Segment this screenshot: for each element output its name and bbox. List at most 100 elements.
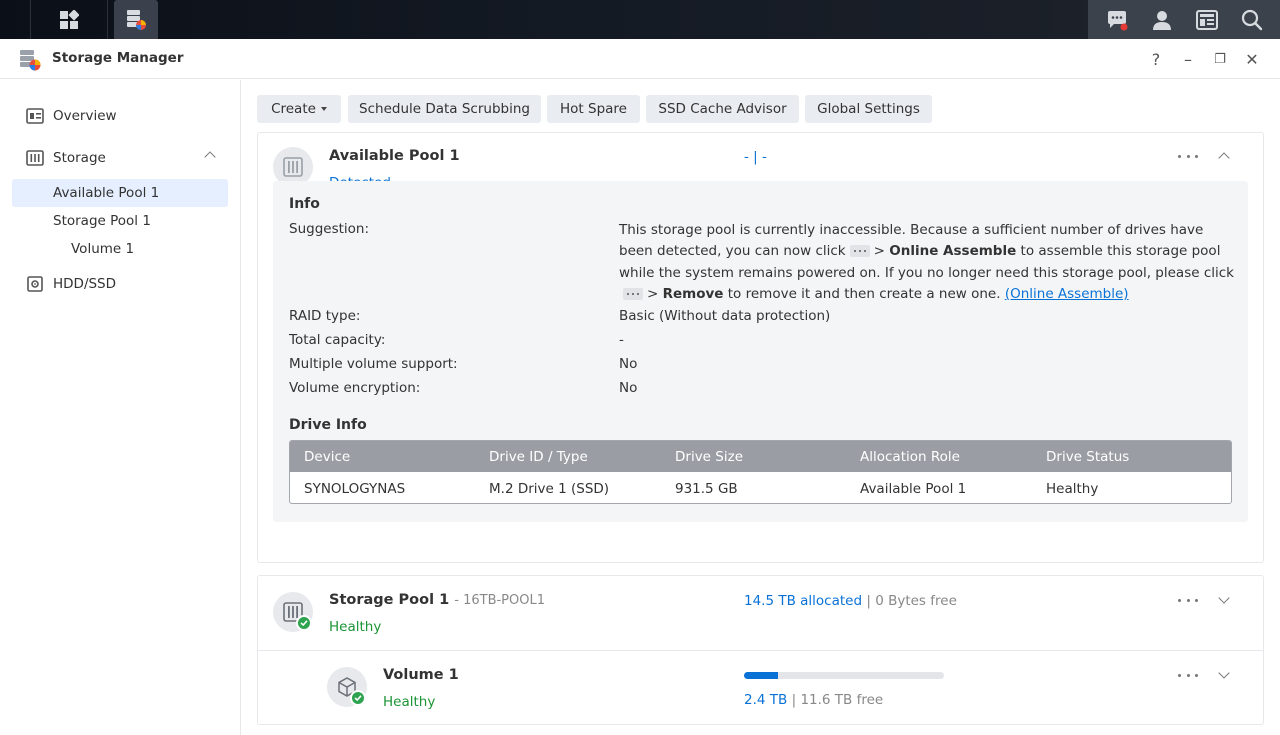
more-options-inline-icon — [849, 245, 870, 258]
storage-icon — [26, 150, 44, 166]
pool-drive-icon — [283, 157, 303, 177]
total-capacity-label: Total capacity: — [289, 332, 386, 348]
global-settings-button[interactable]: Global Settings — [805, 95, 932, 123]
volume-usage: 2.4 TB | 11.6 TB free — [744, 692, 883, 708]
storage-pool-subtitle: - 16TB-POOL1 — [454, 593, 545, 608]
more-options-icon[interactable] — [1178, 670, 1198, 680]
window-title: Storage Manager — [52, 50, 184, 66]
caret-down-icon — [320, 107, 327, 111]
table-cell: M.2 Drive 1 (SSD) — [489, 481, 610, 497]
volume-encryption-value: No — [619, 380, 638, 396]
volume-icon — [327, 667, 367, 707]
drive-status-healthy: Healthy — [1046, 481, 1099, 497]
sidebar-item-volume-1[interactable]: Volume 1 — [12, 235, 228, 263]
multiple-volume-label: Multiple volume support: — [289, 356, 458, 372]
column-header[interactable]: Drive Size — [675, 449, 743, 465]
sidebar-item-available-pool-1[interactable]: Available Pool 1 — [12, 179, 228, 207]
search-button[interactable] — [1232, 0, 1272, 39]
hdd-icon — [27, 276, 43, 292]
storage-pool-icon — [273, 592, 313, 632]
collapse-chevron-icon[interactable] — [1218, 152, 1230, 164]
table-cell: Available Pool 1 — [860, 481, 967, 497]
table-cell: SYNOLOGYNAS — [304, 481, 406, 497]
storage-manager-app-icon — [20, 50, 41, 71]
sidebar-item-label: Storage — [53, 150, 106, 166]
expand-chevron-icon[interactable] — [1218, 592, 1230, 604]
hot-spare-button[interactable]: Hot Spare — [547, 95, 640, 123]
sidebar-item-hdd-ssd[interactable]: HDD/SSD — [12, 270, 228, 298]
create-button[interactable]: Create — [257, 95, 341, 123]
volume-title: Volume 1 — [383, 667, 459, 683]
column-header[interactable]: Drive ID / Type — [489, 449, 588, 465]
healthy-check-icon — [350, 690, 366, 706]
volume-usage-bar — [744, 672, 944, 679]
drive-info-title: Drive Info — [289, 417, 367, 433]
sidebar-item-label: Storage Pool 1 — [53, 213, 151, 229]
search-icon — [1241, 9, 1262, 30]
widgets-icon — [1195, 9, 1218, 30]
minimize-button[interactable]: – — [1176, 47, 1200, 71]
sidebar-item-overview[interactable]: Overview — [12, 102, 228, 130]
sidebar-item-label: Overview — [53, 108, 117, 124]
storage-manager-taskbar-button[interactable] — [114, 0, 158, 39]
storage-pool-name: Storage Pool 1 — [329, 592, 450, 608]
more-options-icon[interactable] — [1178, 595, 1198, 605]
raid-type-value: Basic (Without data protection) — [619, 308, 831, 324]
ssd-cache-advisor-button[interactable]: SSD Cache Advisor — [646, 95, 799, 123]
maximize-button[interactable]: ❐ — [1208, 47, 1232, 71]
create-button-label: Create — [271, 101, 316, 117]
available-pool-usage: - | - — [744, 149, 767, 165]
info-section: Info Suggestion: This storage pool is cu… — [273, 181, 1248, 522]
overview-icon — [26, 108, 44, 124]
usage-separator: | — [866, 593, 871, 609]
suggestion-gt2: > — [647, 285, 659, 302]
suggestion-label: Suggestion: — [289, 221, 370, 237]
sidebar-item-storage-pool-1[interactable]: Storage Pool 1 — [12, 207, 228, 235]
sidebar-item-storage[interactable]: Storage — [12, 144, 228, 172]
column-header[interactable]: Allocation Role — [860, 449, 960, 465]
more-options-inline-icon — [623, 287, 643, 300]
healthy-check-icon — [296, 615, 312, 631]
raid-type-label: RAID type: — [289, 308, 361, 324]
column-header[interactable]: Device — [304, 449, 350, 465]
more-options-icon[interactable] — [1178, 151, 1198, 161]
window-header: Storage Manager ? – ❐ ✕ — [0, 39, 1280, 79]
volume-encryption-label: Volume encryption: — [289, 380, 421, 396]
storage-manager-icon — [127, 9, 146, 30]
taskbar — [0, 0, 1280, 39]
free-text: 0 Bytes free — [875, 593, 957, 609]
total-capacity-value: - — [619, 332, 624, 348]
divider — [258, 650, 1263, 651]
widgets-button[interactable] — [1187, 0, 1227, 39]
main-menu-icon — [60, 9, 79, 29]
column-header[interactable]: Drive Status — [1046, 449, 1129, 465]
volume-used-text: 2.4 TB — [744, 692, 788, 708]
chevron-up-icon[interactable] — [204, 151, 216, 163]
remove-bold: Remove — [662, 285, 724, 302]
drive-info-table: Device Drive ID / Type Drive Size Alloca… — [289, 440, 1232, 504]
user-button[interactable] — [1142, 0, 1182, 39]
suggestion-gt1: > — [873, 243, 885, 260]
online-assemble-link[interactable]: (Online Assemble) — [1005, 286, 1129, 302]
available-pool-title: Available Pool 1 — [329, 148, 460, 164]
sidebar: Overview Storage Available Pool 1 Storag… — [0, 80, 241, 735]
schedule-data-scrubbing-button[interactable]: Schedule Data Scrubbing — [348, 95, 541, 123]
main-menu-button[interactable] — [30, 0, 108, 39]
close-button[interactable]: ✕ — [1240, 47, 1264, 71]
table-header: Device Drive ID / Type Drive Size Alloca… — [290, 441, 1231, 472]
usage-separator: | — [791, 692, 797, 708]
volume-usage-fill — [744, 672, 778, 679]
user-icon — [1152, 10, 1171, 30]
sidebar-item-label: Available Pool 1 — [53, 185, 160, 201]
expand-chevron-icon[interactable] — [1218, 667, 1230, 679]
storage-pool-panel: Storage Pool 1 - 16TB-POOL1 Healthy 14.5… — [257, 575, 1264, 725]
info-title: Info — [289, 196, 320, 212]
suggestion-text: This storage pool is currently inaccessi… — [619, 220, 1234, 305]
volume-status: Healthy — [383, 694, 436, 710]
storage-pool-usage: 14.5 TB allocated | 0 Bytes free — [744, 593, 957, 609]
available-pool-panel: Available Pool 1 Detected - | - Info Sug… — [257, 132, 1264, 563]
notification-button[interactable] — [1097, 0, 1137, 39]
sidebar-item-label: HDD/SSD — [53, 276, 117, 292]
help-button[interactable]: ? — [1144, 47, 1168, 71]
sidebar-item-label: Volume 1 — [71, 241, 135, 257]
